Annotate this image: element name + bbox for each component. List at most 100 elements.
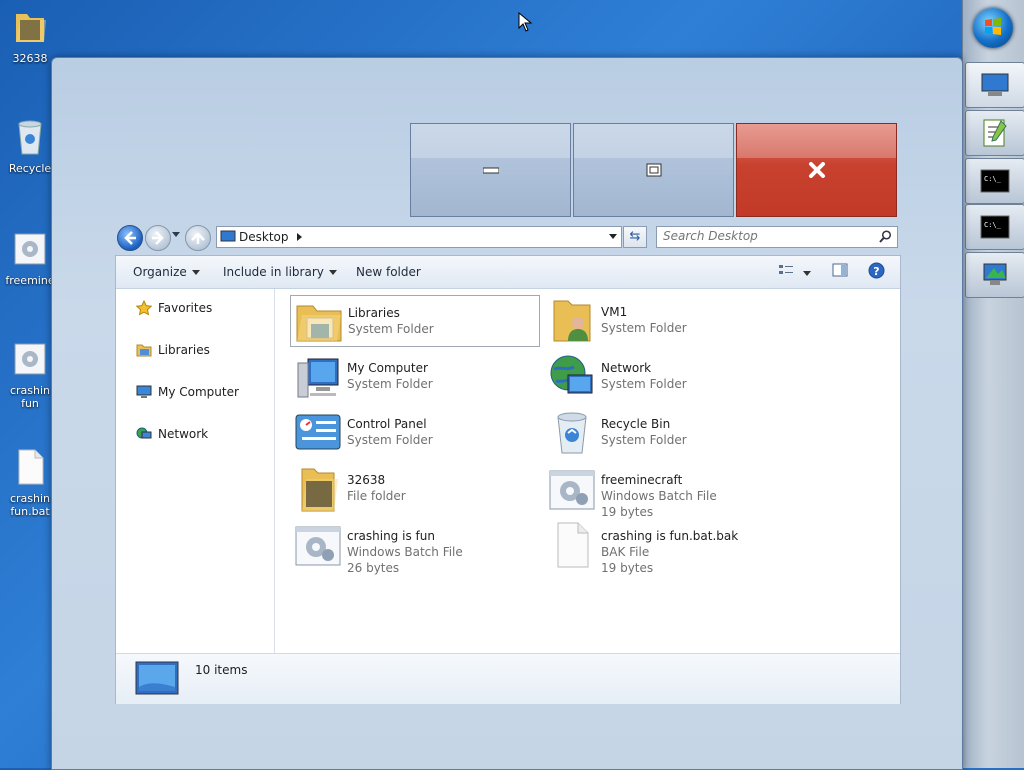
svg-text:?: ? xyxy=(873,265,879,278)
recent-pages-dropdown[interactable] xyxy=(172,232,180,237)
refresh-icon: ⇆ xyxy=(629,229,641,244)
navigation-bar: Desktop ⇆ xyxy=(115,224,899,251)
minimize-button[interactable] xyxy=(410,123,571,217)
up-button[interactable] xyxy=(185,225,211,251)
file-item-libraries[interactable]: Libraries System Folder xyxy=(290,295,540,347)
file-type: System Folder xyxy=(601,433,687,447)
mouse-cursor-icon xyxy=(518,12,532,32)
arrow-right-icon xyxy=(152,231,164,245)
file-name: Control Panel xyxy=(347,417,427,431)
file-item-recycle-bin[interactable]: Recycle Bin System Folder xyxy=(544,407,794,459)
svg-text:C:\_: C:\_ xyxy=(984,221,1002,229)
cmd-icon: C:\_ xyxy=(980,169,1010,193)
maximize-button[interactable] xyxy=(573,123,734,217)
network-globe-icon xyxy=(550,355,593,394)
new-folder-label: New folder xyxy=(356,265,421,279)
search-box[interactable] xyxy=(656,226,898,248)
help-icon: ? xyxy=(868,262,885,279)
nav-item-label: My Computer xyxy=(158,385,239,399)
refresh-button[interactable]: ⇆ xyxy=(623,226,647,248)
nav-item-label: Favorites xyxy=(158,301,213,315)
item-count: 10 items xyxy=(195,663,248,677)
file-type: BAK File xyxy=(601,545,650,559)
file-name: Libraries xyxy=(348,306,400,320)
batch-file-icon xyxy=(295,526,341,566)
search-icon[interactable] xyxy=(879,230,892,243)
change-view-button[interactable] xyxy=(778,263,811,280)
arrow-left-icon xyxy=(124,231,136,245)
nav-item-label: Network xyxy=(158,427,209,441)
file-item-freeminecraft[interactable]: freeminecraft Windows Batch File 19 byte… xyxy=(544,463,794,519)
taskbar-item-explorer[interactable] xyxy=(965,62,1024,108)
file-size: 19 bytes xyxy=(601,561,654,575)
view-icon xyxy=(779,265,793,274)
start-button[interactable] xyxy=(973,8,1013,48)
recycle-bin-icon xyxy=(557,412,587,454)
include-in-library-button[interactable]: Include in library xyxy=(223,265,337,279)
preview-pane-button[interactable] xyxy=(832,263,848,280)
file-name: crashing is fun xyxy=(347,529,435,543)
libraries-folder-icon xyxy=(296,305,342,342)
file-type: File folder xyxy=(347,489,406,503)
network-icon xyxy=(983,263,1007,285)
file-item-crashing-is-fun-bak[interactable]: crashing is fun.bat.bak BAK File 19 byte… xyxy=(544,519,794,575)
file-item-control-panel[interactable]: Control Panel System Folder xyxy=(290,407,540,459)
file-type: System Folder xyxy=(347,433,433,447)
new-folder-button[interactable]: New folder xyxy=(356,265,421,279)
file-type: Windows Batch File xyxy=(601,489,717,503)
nav-item-network[interactable]: Network xyxy=(136,425,208,443)
explorer-body: Organize Include in library New folder ?… xyxy=(115,255,901,704)
computer-icon xyxy=(136,385,152,398)
address-location[interactable]: Desktop xyxy=(239,230,289,244)
libraries-icon xyxy=(136,344,152,357)
file-item-my-computer[interactable]: My Computer System Folder xyxy=(290,351,540,403)
taskbar-item-network[interactable] xyxy=(965,252,1024,298)
file-name: freeminecraft xyxy=(601,473,683,487)
taskbar-item-cmd-2[interactable]: C:\_ xyxy=(965,204,1024,250)
address-bar[interactable]: Desktop xyxy=(216,226,622,248)
folder-icon xyxy=(16,14,46,42)
maximize-icon xyxy=(646,163,661,177)
taskbar-item-notepad-plus[interactable] xyxy=(965,110,1024,156)
batch-file-icon xyxy=(14,233,46,265)
file-type: System Folder xyxy=(601,321,687,335)
blank-file-icon xyxy=(557,522,589,568)
organize-label: Organize xyxy=(133,265,187,279)
file-name: VM1 xyxy=(601,305,628,319)
file-item-network[interactable]: Network System Folder xyxy=(544,351,794,403)
star-icon xyxy=(136,300,152,316)
folder-icon xyxy=(301,468,338,512)
file-name: Recycle Bin xyxy=(601,417,671,431)
nav-item-favorites[interactable]: Favorites xyxy=(136,299,212,317)
file-type: System Folder xyxy=(348,322,434,336)
file-item-32638[interactable]: 32638 File folder xyxy=(290,463,540,515)
svg-text:C:\_: C:\_ xyxy=(984,175,1002,183)
close-button[interactable] xyxy=(736,123,897,217)
nav-item-my-computer[interactable]: My Computer xyxy=(136,383,239,401)
file-item-vm1[interactable]: VM1 System Folder xyxy=(544,295,794,347)
desktop-icon-32638[interactable]: 32638 xyxy=(0,8,60,65)
search-input[interactable] xyxy=(663,227,868,245)
windows-logo-icon xyxy=(985,18,1001,35)
desktop-icon xyxy=(220,230,236,242)
blank-file-icon xyxy=(18,449,44,485)
help-button[interactable]: ? xyxy=(868,262,885,282)
nav-item-libraries[interactable]: Libraries xyxy=(136,341,210,359)
address-history-dropdown[interactable] xyxy=(609,234,617,239)
taskbar-item-cmd-1[interactable]: C:\_ xyxy=(965,158,1024,204)
nav-item-label: Libraries xyxy=(158,343,210,357)
recycle-bin-icon xyxy=(18,120,42,155)
file-name: crashing is fun.bat.bak xyxy=(601,529,739,543)
forward-button[interactable] xyxy=(145,225,171,251)
details-pane: 10 items xyxy=(116,653,900,704)
include-label: Include in library xyxy=(223,265,324,279)
close-icon xyxy=(808,162,825,178)
breadcrumb-arrow-icon[interactable] xyxy=(296,233,302,241)
file-item-crashing-is-fun[interactable]: crashing is fun Windows Batch File 26 by… xyxy=(290,519,540,575)
batch-file-icon xyxy=(549,470,595,510)
chevron-down-icon xyxy=(802,271,811,276)
file-list: Libraries System Folder VM1 System Folde… xyxy=(275,289,900,653)
back-button[interactable] xyxy=(117,225,143,251)
computer-icon xyxy=(981,73,1009,96)
organize-button[interactable]: Organize xyxy=(133,265,200,279)
